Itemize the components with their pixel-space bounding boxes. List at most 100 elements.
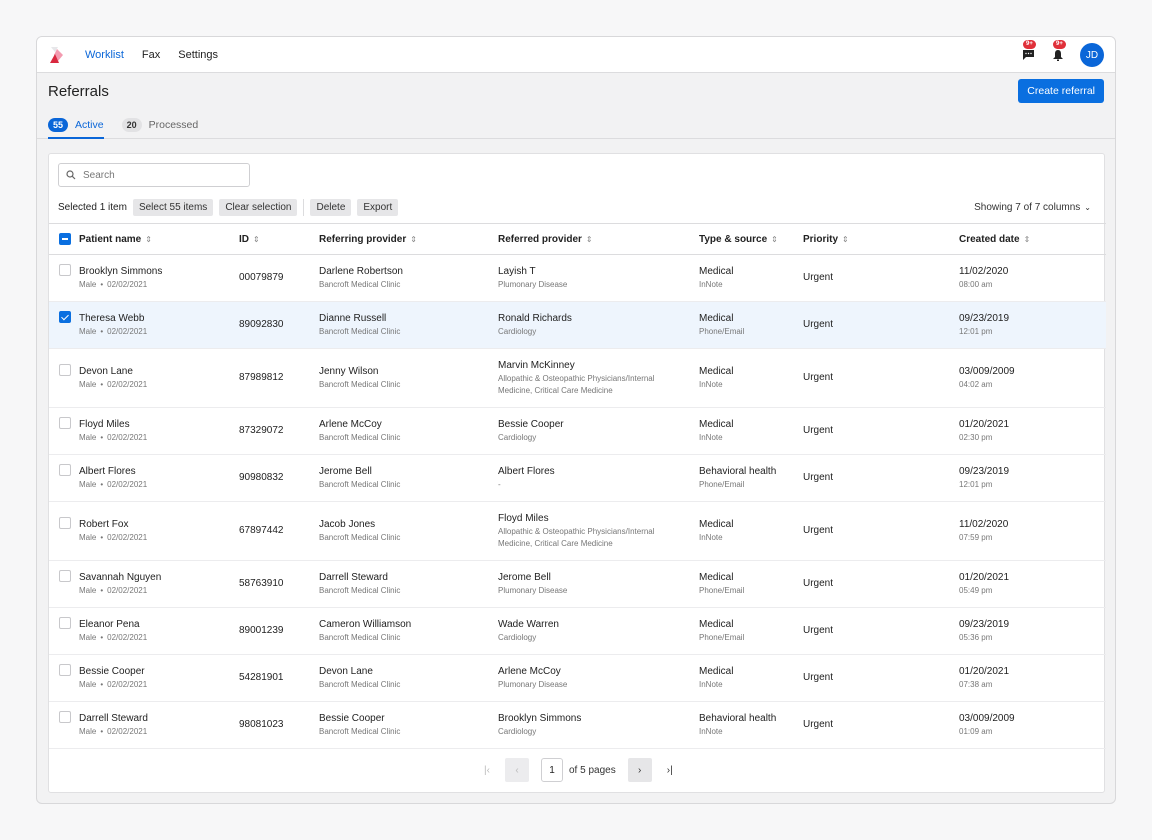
referring-provider-cell: Jacob Jones Bancroft Medical Clinic [319,502,498,561]
table-row[interactable]: Bessie Cooper Male • 02/02/2021 54281901 Devo… [49,655,1106,702]
separator-dot: • [100,280,104,289]
referring-provider-org: Bancroft Medical Clinic [319,727,401,736]
row-checkbox[interactable] [59,617,71,629]
export-button[interactable]: Export [357,199,399,216]
table-row[interactable]: Robert Fox Male • 02/02/2021 67897442 Jacob J… [49,502,1106,561]
patient-name[interactable]: Albert Flores [79,465,239,479]
patient-sex: Male [79,280,97,289]
referral-id: 00079879 [239,272,284,283]
patient-dob: 02/02/2021 [107,680,148,689]
row-checkbox[interactable] [59,464,71,476]
referred-provider-name: Layish T [498,266,536,277]
page-number-input[interactable]: 1 [541,758,563,782]
created-time: 04:02 am [959,380,993,389]
referred-provider-name: Marvin McKinney [498,360,575,371]
row-checkbox[interactable] [59,364,71,376]
select-all-checkbox[interactable] [59,233,71,245]
tab-active[interactable]: 55 Active [48,111,104,139]
table-row[interactable]: Floyd Miles Male • 02/02/2021 87329072 Arlene… [49,408,1106,455]
referral-type: Medical [699,619,734,630]
patient-cell: Albert Flores Male • 02/02/2021 [79,455,239,502]
patient-name[interactable]: Darrell Steward [79,712,239,726]
columns-toggle-label: Showing 7 of 7 columns [974,202,1081,213]
tab-processed[interactable]: 20 Processed [121,111,198,139]
referred-provider-name: Albert Flores [498,466,555,477]
referred-provider-specialty: Plumonary Disease [498,280,568,289]
row-checkbox[interactable] [59,570,71,582]
patient-name[interactable]: Brooklyn Simmons [79,265,239,279]
col-created-date[interactable]: Created date ⇕ [959,224,1106,255]
created-date-cell: 09/23/2019 12:01 pm [959,455,1106,502]
patient-name[interactable]: Robert Fox [79,518,239,532]
patient-name[interactable]: Theresa Webb [79,312,239,326]
create-referral-button[interactable]: Create referral [1018,79,1104,103]
table-row[interactable]: Albert Flores Male • 02/02/2021 90980832 Jero… [49,455,1106,502]
referred-provider-cell: Bessie Cooper Cardiology [498,408,699,455]
created-date: 03/009/2009 [959,366,1015,377]
referring-provider-org: Bancroft Medical Clinic [319,280,401,289]
search-field[interactable] [58,163,250,187]
row-checkbox[interactable] [59,664,71,676]
priority: Urgent [803,719,834,730]
patient-name[interactable]: Devon Lane [79,365,239,379]
col-priority[interactable]: Priority ⇕ [803,224,959,255]
tab-active-label: Active [75,119,104,131]
table-row[interactable]: Theresa Webb Male • 02/02/2021 89092830 Diann… [49,301,1106,349]
row-checkbox[interactable] [59,264,71,276]
referring-provider-org: Bancroft Medical Clinic [319,380,401,389]
patient-name[interactable]: Eleanor Pena [79,618,239,632]
app-logo-icon[interactable] [49,46,65,64]
referring-provider-name: Arlene McCoy [319,419,382,430]
patient-name[interactable]: Bessie Cooper [79,665,239,679]
notifications-button[interactable]: 9+ [1050,40,1066,63]
nav-settings[interactable]: Settings [178,49,218,61]
last-page-button[interactable]: ›| [658,758,682,782]
row-checkbox[interactable] [59,711,71,723]
col-referring-provider[interactable]: Referring provider ⇕ [319,224,498,255]
next-page-button[interactable]: › [627,758,652,782]
table-row[interactable]: Eleanor Pena Male • 02/02/2021 89001239 Camer… [49,608,1106,655]
col-referred-provider[interactable]: Referred provider ⇕ [498,224,699,255]
columns-toggle[interactable]: Showing 7 of 7 columns ⌄ [974,202,1091,213]
referring-provider-name: Dianne Russell [319,313,387,324]
nav-worklist[interactable]: Worklist [85,49,124,61]
clear-selection-button[interactable]: Clear selection [219,199,298,216]
table-row[interactable]: Brooklyn Simmons Male • 02/02/2021 00079879 D… [49,255,1106,302]
priority: Urgent [803,272,834,283]
delete-button[interactable]: Delete [310,199,352,216]
referring-provider-cell: Devon Lane Bancroft Medical Clinic [319,655,498,702]
referring-provider-cell: Jerome Bell Bancroft Medical Clinic [319,455,498,502]
nav-fax[interactable]: Fax [142,49,160,61]
referring-provider-cell: Cameron Williamson Bancroft Medical Clini… [319,608,498,655]
user-avatar[interactable]: JD [1080,43,1104,67]
patient-dob: 02/02/2021 [107,633,148,642]
referred-provider-name: Bessie Cooper [498,419,564,430]
created-date-cell: 11/02/2020 07:59 pm [959,502,1106,561]
referring-provider-cell: Darlene Robertson Bancroft Medical Clinic [319,255,498,302]
patient-cell: Floyd Miles Male • 02/02/2021 [79,408,239,455]
col-patient-name[interactable]: Patient name ⇕ [79,224,239,255]
patient-name[interactable]: Savannah Nguyen [79,571,239,585]
row-checkbox[interactable] [59,311,71,323]
prev-page-button[interactable]: ‹ [505,758,529,782]
first-page-button[interactable]: |‹ [475,758,499,782]
referring-provider-cell: Darrell Steward Bancroft Medical Clinic [319,561,498,608]
messages-button[interactable]: 9+ [1020,40,1036,63]
main-nav: Worklist Fax Settings [85,49,236,61]
patient-dob: 02/02/2021 [107,727,148,736]
sort-icon: ⇕ [771,234,778,244]
row-checkbox[interactable] [59,417,71,429]
select-all-button[interactable]: Select 55 items [132,199,214,216]
patient-name[interactable]: Floyd Miles [79,418,239,432]
referred-provider-cell: Wade Warren Cardiology [498,608,699,655]
referral-type: Medical [699,366,734,377]
type-source-cell: Behavioral health InNote [699,702,803,749]
table-row[interactable]: Savannah Nguyen Male • 02/02/2021 58763910 Da… [49,561,1106,608]
col-id[interactable]: ID ⇕ [239,224,319,255]
table-row[interactable]: Devon Lane Male • 02/02/2021 87989812 Jenny W… [49,349,1106,408]
table-row[interactable]: Darrell Steward Male • 02/02/2021 98081023 Be… [49,702,1106,749]
toolbar-divider [303,199,305,216]
row-checkbox[interactable] [59,517,71,529]
search-input[interactable] [83,169,243,181]
col-type-source[interactable]: Type & source ⇕ [699,224,803,255]
